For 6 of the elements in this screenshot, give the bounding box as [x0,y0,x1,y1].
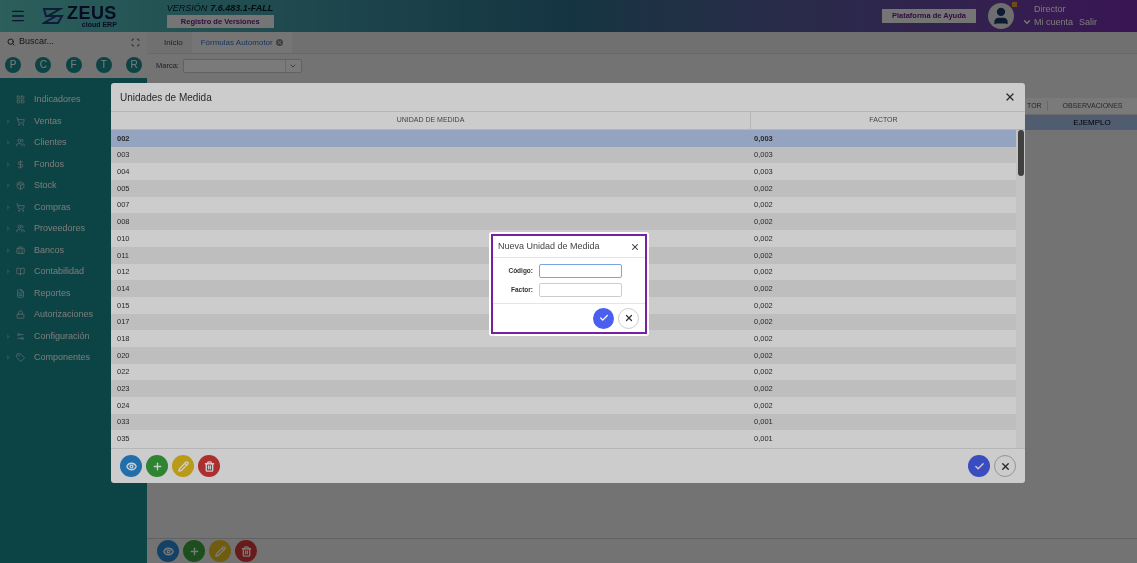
modal-title: Unidades de Medida [120,90,212,105]
logo-text: ZEUS [67,4,117,21]
user-role: Director [1033,5,1067,14]
version-number: 7.6.483.1-FALL [210,4,274,13]
dialog-title: Nueva Unidad de Medida [498,239,600,253]
version-label: VERSIÓN [166,4,208,13]
